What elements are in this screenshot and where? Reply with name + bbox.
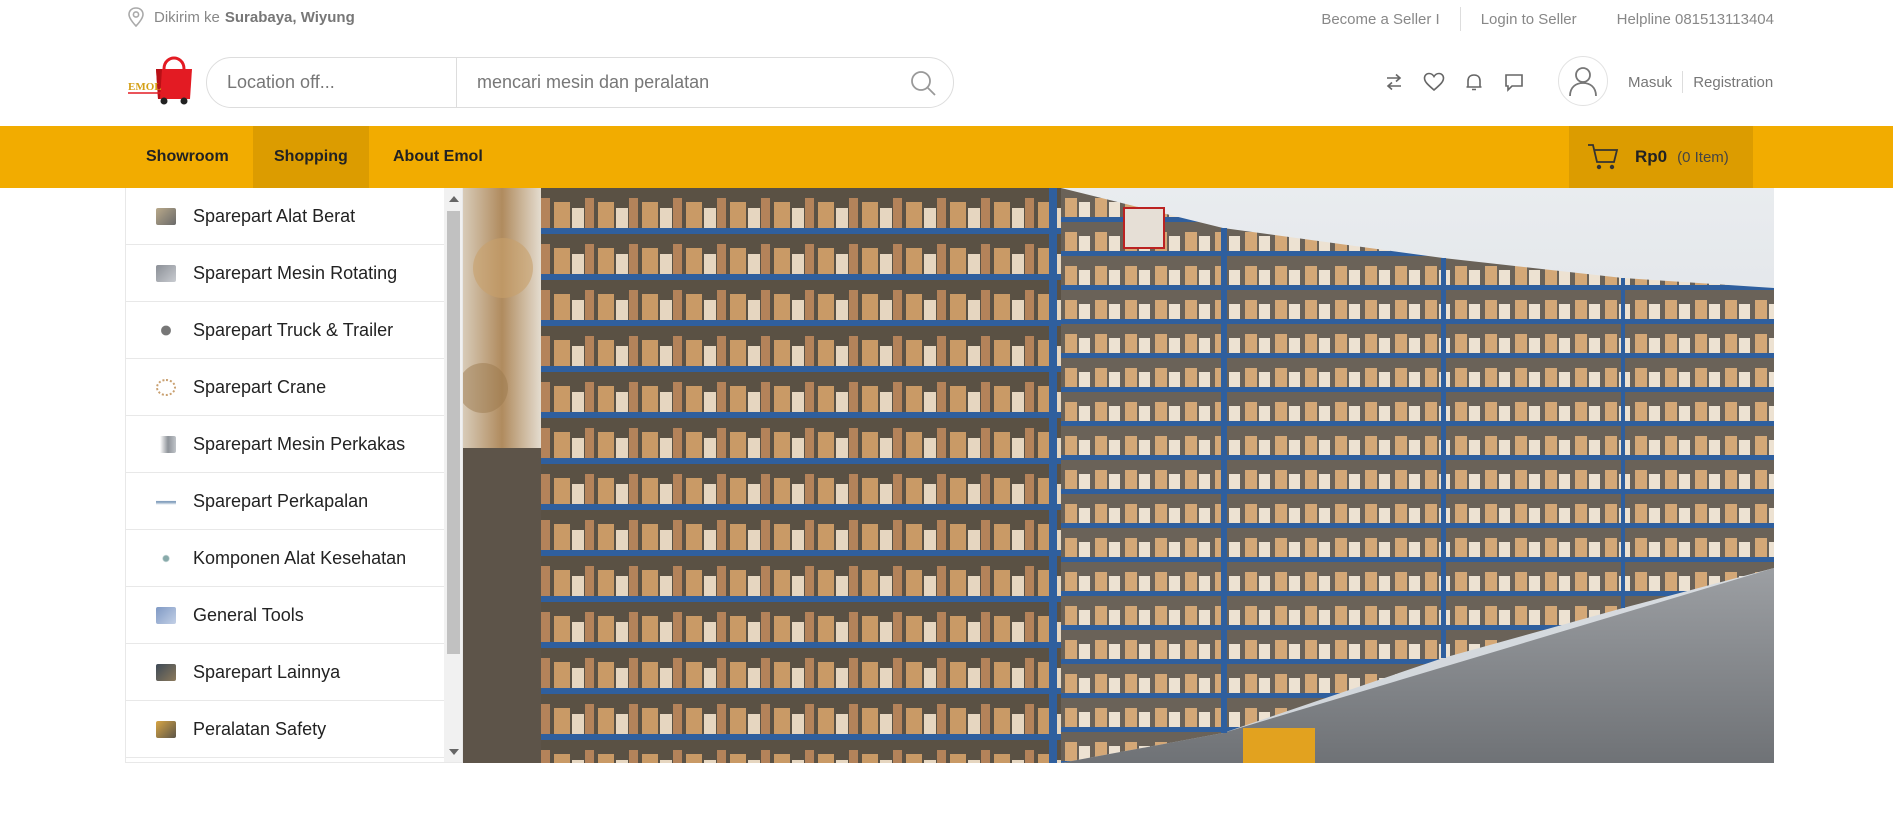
warehouse-shelves-image [463, 188, 1774, 763]
rotating-machine-icon [156, 264, 176, 282]
category-label: General Tools [193, 604, 304, 625]
chat-button[interactable] [1494, 69, 1534, 95]
login-seller-link[interactable]: Login to Seller [1461, 11, 1597, 28]
category-item[interactable]: General Tools [126, 587, 444, 644]
search-button[interactable] [893, 58, 953, 107]
category-item[interactable]: Sparepart Lainnya [126, 644, 444, 701]
truck-icon [156, 321, 176, 339]
category-scrollbar[interactable] [444, 188, 462, 762]
search-icon [911, 70, 936, 96]
heart-icon [1423, 72, 1445, 92]
helpline-text: Helpline 081513113404 [1616, 10, 1774, 28]
nav-shopping[interactable]: Shopping [253, 126, 369, 188]
category-item[interactable]: Sparepart Mesin Perkakas [126, 416, 444, 473]
top-bar: Dikirim ke Surabaya, Wiyung Become a Sel… [0, 0, 1893, 40]
top-links: Become a Seller I Login to Seller Helpli… [1301, 7, 1774, 31]
category-item[interactable]: Sparepart Mesin Rotating [126, 245, 444, 302]
cart-amount: Rp0 [1635, 147, 1668, 166]
bell-icon [1466, 74, 1482, 91]
deliver-location-value: Surabaya, Wiyung [224, 8, 355, 26]
notification-button[interactable] [1454, 69, 1494, 95]
category-label: Sparepart Lainnya [193, 661, 341, 682]
cart-button[interactable]: Rp0 (0 Item) [1569, 126, 1753, 188]
delivery-location[interactable]: Dikirim ke Surabaya, Wiyung [126, 6, 355, 28]
category-label: Sparepart Mesin Rotating [193, 262, 398, 283]
scroll-up-arrow-icon[interactable] [449, 196, 459, 202]
user-icon [1569, 67, 1597, 97]
category-item[interactable]: Sparepart Perkapalan [126, 473, 444, 530]
header-icons [1374, 69, 1534, 95]
category-item[interactable]: Sparepart Crane [126, 359, 444, 416]
hero-banner[interactable] [463, 188, 1774, 763]
misc-parts-icon [156, 663, 176, 681]
cart-icon [1588, 144, 1619, 170]
crane-icon [156, 378, 176, 396]
location-pin-icon [128, 7, 144, 28]
compare-button[interactable] [1374, 69, 1414, 95]
nav-about[interactable]: About Emol [372, 126, 504, 188]
category-item[interactable]: Sparepart Truck & Trailer [126, 302, 444, 359]
category-item[interactable]: Sparepart Alat Berat [126, 188, 444, 245]
location-input[interactable]: Location off... [207, 58, 457, 107]
search-bar: Location off... mencari mesin dan perala… [206, 57, 954, 108]
category-label: Sparepart Alat Berat [193, 205, 356, 226]
nav-showroom[interactable]: Showroom [125, 126, 250, 188]
divider [1682, 71, 1684, 93]
medical-icon [156, 549, 176, 567]
deliver-prefix: Dikirim ke [154, 8, 220, 26]
category-item[interactable]: Peralatan Safety [126, 701, 444, 758]
scroll-thumb[interactable] [447, 211, 460, 654]
category-label: Sparepart Truck & Trailer [193, 319, 394, 340]
wishlist-button[interactable] [1414, 69, 1454, 95]
logo-text: EMOL [128, 81, 162, 93]
register-link[interactable]: Registration [1693, 74, 1773, 91]
safety-icon [156, 720, 176, 738]
scroll-down-arrow-icon[interactable] [449, 749, 459, 755]
become-seller-link[interactable]: Become a Seller I [1301, 11, 1459, 28]
category-label: Sparepart Crane [193, 376, 327, 397]
cart-count: (0 Item) [1677, 148, 1729, 166]
category-sidebar: Sparepart Alat Berat Sparepart Mesin Rot… [125, 188, 463, 763]
emol-logo[interactable]: EMOL [126, 55, 196, 105]
login-link[interactable]: Masuk [1628, 74, 1672, 91]
chat-icon [1505, 74, 1523, 92]
category-label: Sparepart Mesin Perkakas [193, 433, 406, 454]
ship-icon [156, 492, 176, 510]
main-header: EMOL Location off... mencari mesin dan p… [0, 45, 1893, 115]
search-input[interactable]: mencari mesin dan peralatan [457, 72, 893, 93]
category-label: Peralatan Safety [193, 718, 327, 739]
main-nav: Showroom Shopping About Emol Rp0 (0 Item… [0, 126, 1893, 188]
user-avatar[interactable] [1558, 56, 1608, 106]
compare-icon [1386, 73, 1402, 91]
tools-icon [156, 606, 176, 624]
category-item[interactable]: Komponen Alat Kesehatan [126, 530, 444, 587]
category-label: Sparepart Perkapalan [193, 490, 369, 511]
heavy-equipment-icon [156, 207, 176, 225]
machine-tool-icon [156, 435, 176, 453]
auth-links: Masuk Registration [1628, 71, 1773, 93]
category-label: Komponen Alat Kesehatan [193, 547, 407, 568]
